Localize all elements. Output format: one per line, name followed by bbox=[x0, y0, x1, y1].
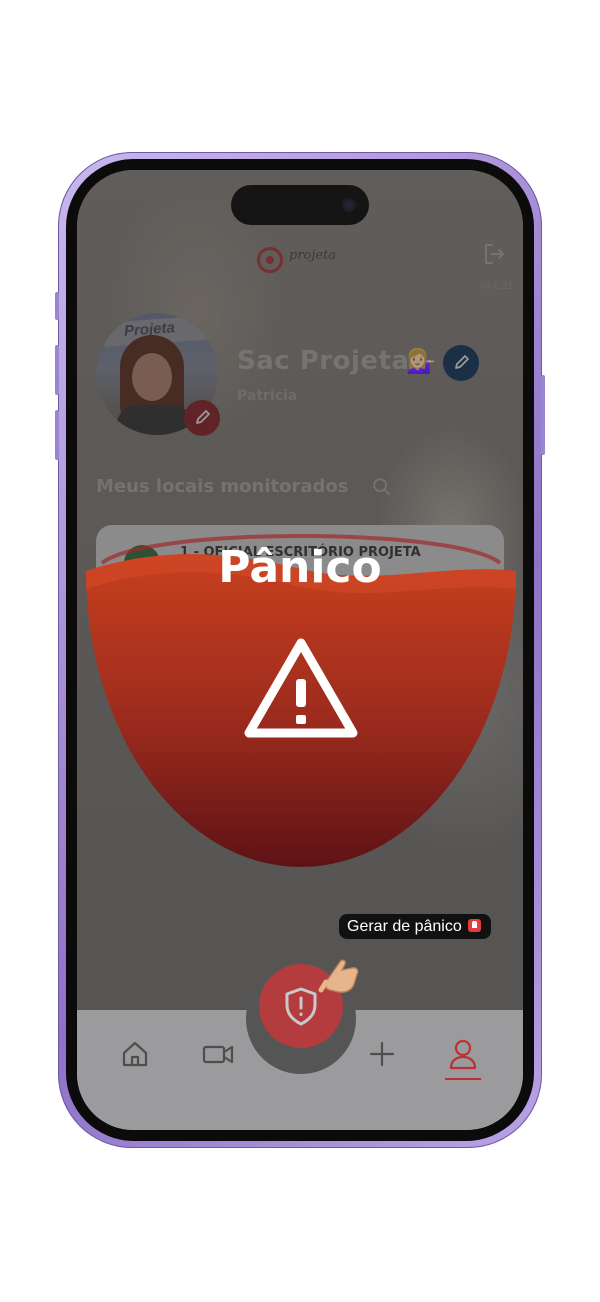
siren-icon bbox=[467, 919, 481, 932]
panic-tooltip: Gerar de pânico bbox=[339, 914, 491, 939]
pointing-hand-icon bbox=[318, 959, 359, 993]
tooltip-text: Gerar de pânico bbox=[347, 918, 462, 935]
side-button bbox=[541, 375, 545, 455]
panic-title: Pânico bbox=[218, 542, 382, 593]
phone-screen: projeta v4.6.21 Projeta Sac Projeta 💁🏼‍♀… bbox=[77, 170, 523, 1130]
side-button bbox=[55, 345, 59, 395]
side-button bbox=[55, 292, 59, 320]
side-button bbox=[55, 410, 59, 460]
